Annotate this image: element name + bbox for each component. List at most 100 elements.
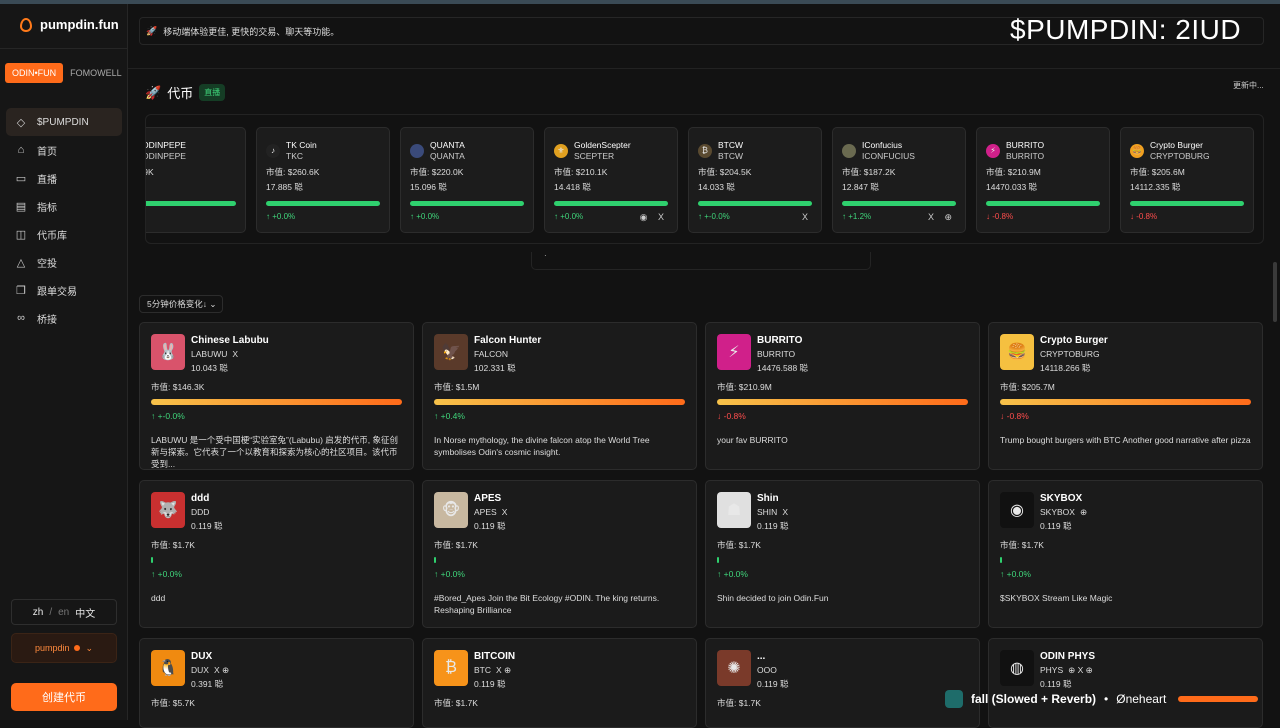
market-cap: 市值: $1.7K (717, 540, 761, 550)
token-icon (410, 144, 424, 158)
token-name: ... (757, 651, 766, 662)
card-footer: ↓ -0.8% (1130, 212, 1244, 221)
carousel-token-card[interactable]: ⚜ GoldenScepter SCEPTER 市值: $210.1K 14.418 聪… (544, 127, 678, 233)
carousel-token-card[interactable]: ⚡ BURRITO BURRITO 市值: $210.9M 14470.033 聪 ↓ -… (976, 127, 1110, 233)
token-description: ddd (151, 593, 166, 603)
x-icon[interactable]: X (782, 507, 788, 517)
market-cap: 市值: $220.0K (410, 167, 464, 177)
market-cap: 市值: $1.7K (717, 698, 761, 708)
carousel-token-card[interactable]: IConfucius ICONFUCIUS 市值: $187.2K 12.847 聪 ↑… (832, 127, 966, 233)
track-progress[interactable] (1178, 696, 1259, 702)
token-symbol: SKYBOX (1040, 507, 1075, 517)
sidebar-item[interactable]: ⌂ 首页 (6, 136, 122, 164)
carousel-token-card[interactable]: ♪ TK Coin TKC 市值: $260.6K 17.885 聪 ↑ +0.0% (256, 127, 390, 233)
sidebar-item[interactable]: △ 空投 (6, 248, 122, 276)
carousel-pager[interactable]: · (531, 252, 871, 270)
sidebar-item[interactable]: ◇ $PUMPDIN (6, 108, 122, 136)
token-symbol-row: FALCON (474, 347, 541, 361)
token-symbol-row: CRYPTOBURG (1040, 347, 1108, 361)
card-footer: ↑ +1.2% X ⊕ (842, 212, 956, 223)
tab-fomowell[interactable]: FOMOWELL (63, 63, 129, 83)
diamond-icon: ◇ (16, 116, 26, 129)
token-name: Crypto Burger (1150, 140, 1203, 150)
token-symbol: ODINPEPE (145, 151, 186, 161)
sort-dropdown[interactable]: 5分钟价格变化↓ ⌄ (139, 295, 223, 313)
token-icon (842, 144, 856, 158)
market-cap: 市值: $205.7M (1000, 382, 1055, 392)
token-icon: ⚜ (554, 144, 568, 158)
price-change: ↑ +1.2% (842, 212, 872, 221)
holders: 14.033 聪 (698, 182, 735, 192)
lang-en[interactable]: en (58, 607, 69, 618)
social-icons[interactable]: X (802, 212, 812, 222)
token-symbol: OOO (757, 665, 777, 675)
sidebar-item[interactable]: ◫ 代币库 (6, 220, 122, 248)
token-card[interactable]: 🐵 APES APES X 0.119 聪市值: $1.7K ↑ +0.0% #Bored_… (422, 480, 697, 628)
token-card[interactable]: ◉ SKYBOX SKYBOX ⊕ 0.119 聪市值: $1.7K ↑ +0.0% $SK… (988, 480, 1263, 628)
app-name: pumpdin.fun (40, 17, 119, 32)
token-card[interactable]: 🐰 Chinese Labubu LABUWU X 10.043 聪市值: $146.3… (139, 322, 414, 470)
lang-separator: / (49, 606, 53, 618)
token-header: 🍔 Crypto Burger CRYPTOBURG (1130, 137, 1244, 165)
sidebar-item[interactable]: ∞ 桥接 (6, 304, 122, 332)
token-card[interactable]: ₿ BITCOIN BTC X ⊕ 0.119 聪市值: $1.7K (422, 638, 697, 728)
social-icons[interactable]: X ⊕ (928, 212, 956, 223)
carousel-token-card[interactable]: QUANTA QUANTA 市值: $220.0K 15.096 聪 ↑ +0.0% (400, 127, 534, 233)
music-player[interactable]: fall (Slowed + Reverb) • Øneheart (945, 688, 1275, 710)
sidebar-item-label: 桥接 (37, 314, 57, 326)
language-switcher[interactable]: zh / en 中文 (11, 599, 117, 625)
app-logo[interactable]: pumpdin.fun (20, 17, 119, 32)
token-symbol: DUX (191, 665, 209, 675)
ticker-overlay-title: $PUMPDIN: 2IUD (1010, 14, 1242, 45)
create-token-button[interactable]: 创建代币 (11, 683, 117, 711)
token-card[interactable]: ☗ Shin SHIN X 0.119 聪市值: $1.7K ↑ +0.0% Shin de… (705, 480, 980, 628)
x-icon[interactable]: X (502, 507, 508, 517)
token-symbol-row: SHIN X (757, 505, 789, 519)
sidebar-item[interactable]: ▤ 指标 (6, 192, 122, 220)
price-change: ↑ +0.0% (554, 212, 584, 221)
token-card[interactable]: 🐧 DUX DUX X ⊕ 0.391 聪市值: $5.7K (139, 638, 414, 728)
x-icon[interactable]: ⊕ (1080, 507, 1087, 517)
x-icon[interactable]: X ⊕ (214, 665, 229, 675)
card-footer: ↑ +0.0% (410, 212, 524, 221)
token-card[interactable]: ◍ ODIN PHYS PHYS ⊕ X ⊕ 0.119 聪 (988, 638, 1263, 728)
progress-bar (1130, 201, 1244, 206)
token-name: ddd (191, 493, 210, 504)
token-card[interactable]: 🍔 Crypto Burger CRYPTOBURG 14118.266 聪市值: $… (988, 322, 1263, 470)
tab-odin-fun[interactable]: ODIN•FUN (5, 63, 64, 83)
flame-icon (20, 17, 32, 32)
social-icons[interactable]: ◉ X (640, 212, 668, 223)
holders: 0.119 聪 (1040, 521, 1072, 531)
x-icon[interactable]: X (232, 349, 238, 359)
token-description: Trump bought burgers with BTC Another go… (1000, 435, 1251, 445)
holders: 0.391 聪 (191, 679, 224, 689)
progress-bar (698, 201, 812, 206)
carousel-token-card[interactable]: 🍔 Crypto Burger CRYPTOBURG 市值: $205.6M 14112… (1120, 127, 1254, 233)
token-card[interactable]: ✺... OOO 0.119 聪市值: $1.7K (705, 638, 980, 728)
status-dot-icon (74, 645, 81, 651)
token-symbol: BURRITO (1006, 151, 1045, 161)
user-menu[interactable]: pumpdin ⌄ (11, 633, 117, 663)
carousel-token-card[interactable]: ₿ BTCW BTCW 市值: $204.5K 14.033 聪 ↑ +-0.0% X (688, 127, 822, 233)
token-symbol-row: PHYS ⊕ X ⊕ (1040, 663, 1095, 677)
token-symbol: APES (474, 507, 497, 517)
token-card[interactable]: 🦅 Falcon Hunter FALCON 102.331 聪市值: $1.5M ↑ … (422, 322, 697, 470)
market-cap: 市值: $146.3K (151, 382, 205, 392)
token-card[interactable]: ⚡ BURRITO BURRITO 14476.588 聪市值: $210.9M ↓ -… (705, 322, 980, 470)
x-icon[interactable]: ⊕ X ⊕ (1068, 665, 1093, 675)
x-icon[interactable]: X ⊕ (496, 665, 511, 675)
sidebar-item[interactable]: ❐ 跟单交易 (6, 276, 122, 304)
carousel-token-card[interactable]: ODINPEPEODINPEPE $309.9K 0 聪 0% (145, 127, 246, 233)
sidebar-item[interactable]: ▭ 直播 (6, 164, 122, 192)
divider (0, 48, 128, 49)
scrollbar[interactable] (1273, 262, 1277, 322)
market-cap: 市值: $210.9M (717, 382, 772, 392)
price-change: ↑ +0.0% (410, 212, 440, 221)
sidebar: pumpdin.fun ODIN•FUN FOMOWELL ◇ $PUMPDIN ⌂… (0, 4, 128, 720)
progress-bar (410, 201, 524, 206)
token-name: BURRITO (757, 335, 803, 346)
lang-zh[interactable]: zh (33, 607, 44, 618)
token-carousel[interactable]: ODINPEPEODINPEPE $309.9K 0 聪 0% ♪ TK CoinTKC 市… (145, 114, 1264, 244)
token-symbol: PHYS (1040, 665, 1064, 675)
token-card[interactable]: 🐺 ddd DDD 0.119 聪市值: $1.7K ↑ +0.0% ddd (139, 480, 414, 628)
